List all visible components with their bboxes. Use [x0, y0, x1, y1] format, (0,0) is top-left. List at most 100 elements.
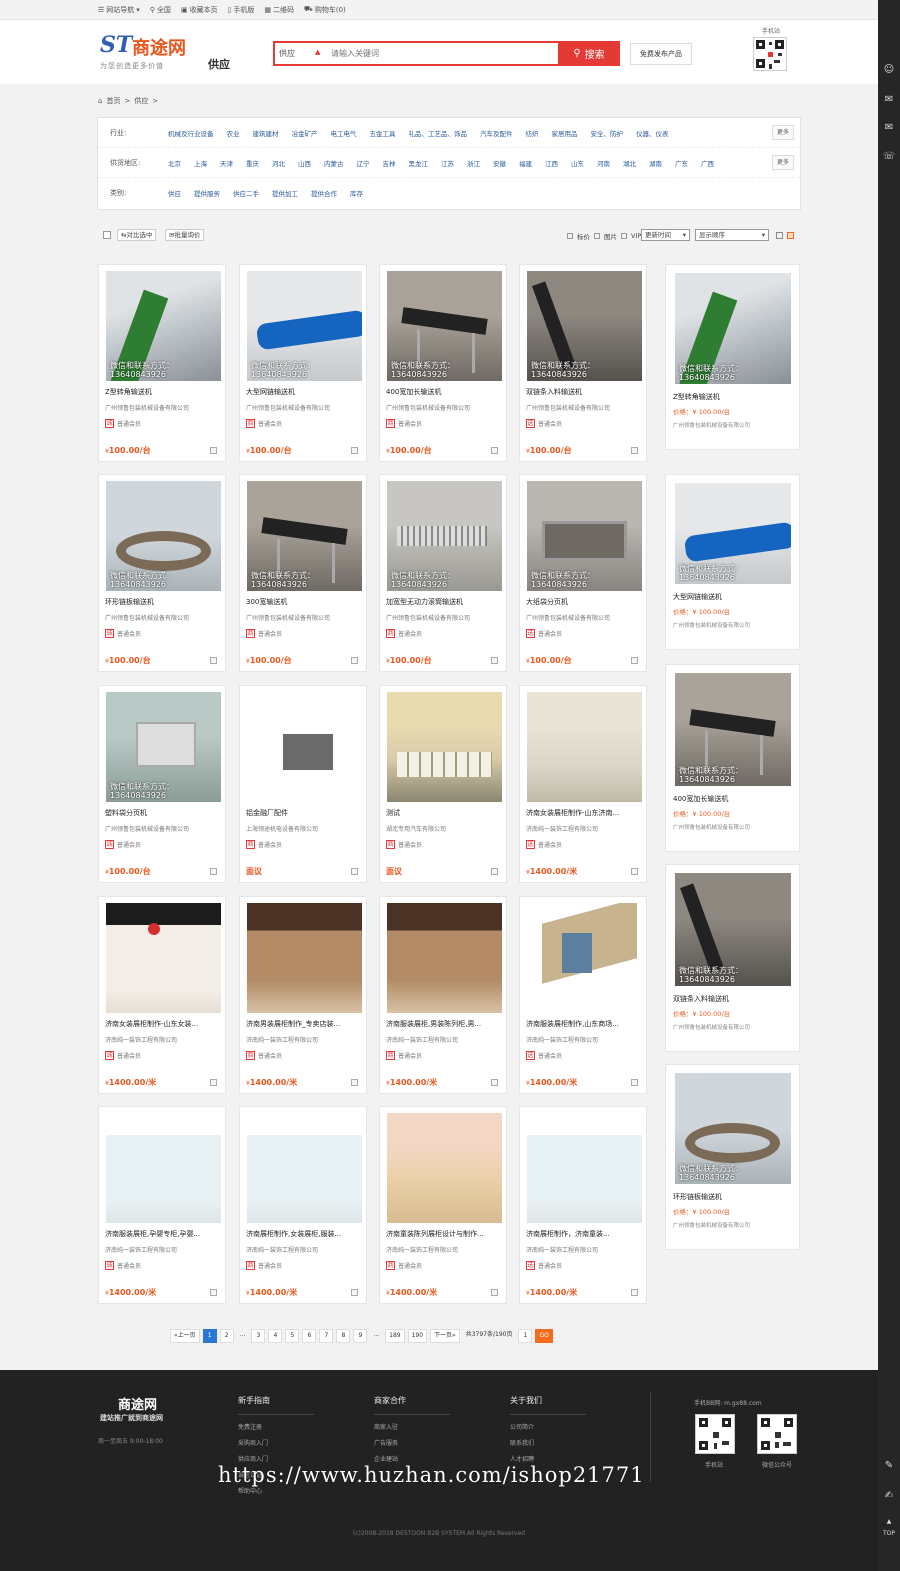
page-button[interactable]: 1 — [202, 1329, 217, 1343]
product-title[interactable]: 400宽加长输送机 — [386, 387, 502, 397]
product-image[interactable]: 微信和联系方式： 13640843926 — [527, 271, 642, 381]
page-button[interactable]: 4 — [268, 1329, 283, 1343]
more-button[interactable]: 更多 — [772, 125, 794, 140]
company-name[interactable]: 济南纯一装饰工程有限公司 — [386, 1245, 502, 1254]
filter-option[interactable]: 河南 — [597, 158, 610, 168]
recommend-item[interactable]: 微信和联系方式： 13640843926 400宽加长输送机 价格：¥ 100.00/… — [665, 664, 800, 852]
product-image[interactable] — [387, 903, 502, 1013]
recommend-company[interactable]: 广州领鲁包装机械设备有限公司 — [673, 421, 750, 429]
product-card[interactable]: 微信和联系方式： 13640843926 400宽加长输送机 广州领鲁包装机械设备有限… — [379, 264, 507, 462]
next-page-button[interactable]: 下一页» — [430, 1329, 460, 1343]
recommend-item[interactable]: 微信和联系方式： 13640843926 Z型转角输送机 价格：¥ 100.00/台广… — [665, 264, 800, 450]
page-button[interactable]: 8 — [336, 1329, 351, 1343]
site-nav[interactable]: ☰ 网站导航 ▾ — [98, 5, 140, 15]
product-card[interactable]: 济南服装展柜制作,山东商场... 济南纯一装饰工程有限公司选普通会员 ¥1400.0… — [519, 896, 647, 1094]
product-image[interactable] — [106, 1113, 221, 1223]
vip-checkbox[interactable] — [621, 233, 627, 239]
company-name[interactable]: 济南纯一装饰工程有限公司 — [526, 1035, 642, 1044]
product-image[interactable] — [387, 692, 502, 802]
compare-checkbox[interactable] — [631, 657, 638, 664]
mobile-link[interactable]: ▯ 手机版 — [228, 5, 255, 15]
company-name[interactable]: 济南纯一装饰工程有限公司 — [105, 1245, 221, 1254]
company-name[interactable]: 广州领鲁包装机械设备有限公司 — [105, 403, 221, 412]
go-button[interactable]: GO — [535, 1329, 553, 1343]
filter-option[interactable]: 建筑建材 — [253, 128, 279, 138]
product-image[interactable] — [106, 903, 221, 1013]
product-title[interactable]: 济南男装展柜制作_专卖店装... — [246, 1019, 362, 1029]
company-name[interactable]: 上海领途机电设备有限公司 — [246, 824, 362, 833]
search-category[interactable]: 供应 — [279, 48, 295, 59]
product-card[interactable]: 济南男装展柜制作_专卖店装... 济南纯一装饰工程有限公司商普通会员 ¥1400.0… — [239, 896, 367, 1094]
product-title[interactable]: 测试 — [386, 808, 502, 818]
company-name[interactable]: 济南纯一装饰工程有限公司 — [246, 1245, 362, 1254]
company-name[interactable]: 济南纯一装饰工程有限公司 — [386, 1035, 502, 1044]
prev-page-button[interactable]: «上一页 — [170, 1329, 200, 1343]
compare-checkbox[interactable] — [491, 1289, 498, 1296]
recommend-company[interactable]: 广州领鲁包装机械设备有限公司 — [673, 1023, 750, 1031]
filter-option[interactable]: 福建 — [519, 158, 532, 168]
filter-option[interactable]: 北京 — [168, 158, 181, 168]
product-image[interactable] — [247, 692, 362, 802]
mail-icon[interactable]: ✉ — [882, 122, 896, 134]
city-selector[interactable]: ⚲ 全国 — [150, 5, 171, 15]
product-card[interactable]: 济南服装展柜,男装陈列柜,男... 济南纯一装饰工程有限公司商普通会员 ¥1400.… — [379, 896, 507, 1094]
page-button[interactable]: 6 — [302, 1329, 317, 1343]
compare-checkbox[interactable] — [491, 447, 498, 454]
search-button[interactable]: ⚲ 搜索 — [558, 41, 620, 66]
recommend-title[interactable]: 大型网链输送机 — [673, 592, 722, 602]
product-title[interactable]: 济南童装陈列展柜设计与制作... — [386, 1229, 502, 1239]
recommend-item[interactable]: 微信和联系方式： 13640843926 环形链板输送机 价格：¥ 100.00/台广… — [665, 1064, 800, 1250]
page-button[interactable]: 190 — [407, 1329, 428, 1343]
company-name[interactable]: 广州领鲁包装机械设备有限公司 — [526, 403, 642, 412]
compare-checkbox[interactable] — [491, 657, 498, 664]
compare-checkbox[interactable] — [351, 1289, 358, 1296]
product-card[interactable]: 测试 湖北专用汽车有限公司商普通会员 面议 — [379, 685, 507, 883]
product-card[interactable]: 铝金融厂配件 上海领途机电设备有限公司商普通会员 面议 — [239, 685, 367, 883]
filter-option[interactable]: 山东 — [571, 158, 584, 168]
filter-option[interactable]: 广西 — [701, 158, 714, 168]
compare-checkbox[interactable] — [631, 1079, 638, 1086]
sort-select-time[interactable]: 更新时间 ▾ — [641, 229, 690, 241]
site-logo[interactable]: ST 商途网 为您创造更多价值 供应 — [98, 32, 238, 72]
filter-option[interactable]: 黑龙江 — [409, 158, 429, 168]
company-name[interactable]: 广州领鲁包装机械设备有限公司 — [105, 824, 221, 833]
qrcode-link[interactable]: ▦ 二维码 — [264, 5, 294, 15]
product-image[interactable]: 微信和联系方式： 13640843926 — [106, 271, 221, 381]
company-name[interactable]: 济南纯一装饰工程有限公司 — [526, 1245, 642, 1254]
product-card[interactable]: 济南展柜制作，济南童装... 济南纯一装饰工程有限公司选普通会员 ¥1400.00/… — [519, 1106, 647, 1304]
product-card[interactable]: 微信和联系方式： 13640843926 塑料袋分页机 广州领鲁包装机械设备有限公司诚… — [98, 685, 226, 883]
product-image[interactable]: 微信和联系方式： 13640843926 — [106, 692, 221, 802]
product-image[interactable]: 微信和联系方式： 13640843926 — [106, 481, 221, 591]
company-name[interactable]: 湖北专用汽车有限公司 — [386, 824, 502, 833]
user-icon[interactable]: ☺ — [882, 64, 896, 76]
filter-option[interactable]: 五金工具 — [370, 128, 396, 138]
filter-option[interactable]: 电工电气 — [331, 128, 357, 138]
product-card[interactable]: 济南女装展柜制作-山东女装... 济南纯一装饰工程有限公司诚普通会员 ¥1400.0… — [98, 896, 226, 1094]
filter-option[interactable]: 湖南 — [649, 158, 662, 168]
product-image[interactable] — [247, 903, 362, 1013]
search-input[interactable] — [331, 46, 551, 61]
product-image[interactable]: 微信和联系方式： 13640843926 — [527, 481, 642, 591]
product-image[interactable]: 微信和联系方式： 13640843926 — [247, 481, 362, 591]
product-title[interactable]: 塑料袋分页机 — [105, 808, 221, 818]
compare-checkbox[interactable] — [351, 1079, 358, 1086]
message-icon[interactable]: ✉ — [882, 94, 896, 106]
filter-option[interactable]: 天津 — [220, 158, 233, 168]
edit-icon[interactable]: ✍ — [882, 1490, 896, 1502]
page-button[interactable]: 2 — [219, 1329, 234, 1343]
company-name[interactable]: 济南纯一装饰工程有限公司 — [105, 1035, 221, 1044]
product-title[interactable]: 济南服装展柜,孕婴专柜,孕婴... — [105, 1229, 221, 1239]
product-card[interactable]: 微信和联系方式： 13640843926 加宽型无动力滚筒输送机 广州领鲁包装机械设备… — [379, 474, 507, 672]
filter-option[interactable]: 湖北 — [623, 158, 636, 168]
product-title[interactable]: Z型转角输送机 — [105, 387, 221, 397]
product-title[interactable]: 300宽输送机 — [246, 597, 362, 607]
product-image[interactable]: 微信和联系方式： 13640843926 — [247, 271, 362, 381]
compare-checkbox[interactable] — [210, 1079, 217, 1086]
recommend-company[interactable]: 广州领鲁包装机械设备有限公司 — [673, 621, 750, 629]
compare-checkbox[interactable] — [491, 868, 498, 875]
company-name[interactable]: 广州领鲁包装机械设备有限公司 — [386, 613, 502, 622]
filter-option[interactable]: 广东 — [675, 158, 688, 168]
page-button[interactable]: 189 — [385, 1329, 405, 1343]
company-name[interactable]: 广州领鲁包装机械设备有限公司 — [105, 613, 221, 622]
product-title[interactable]: 济南女装展柜制作-山东济南... — [526, 808, 642, 818]
